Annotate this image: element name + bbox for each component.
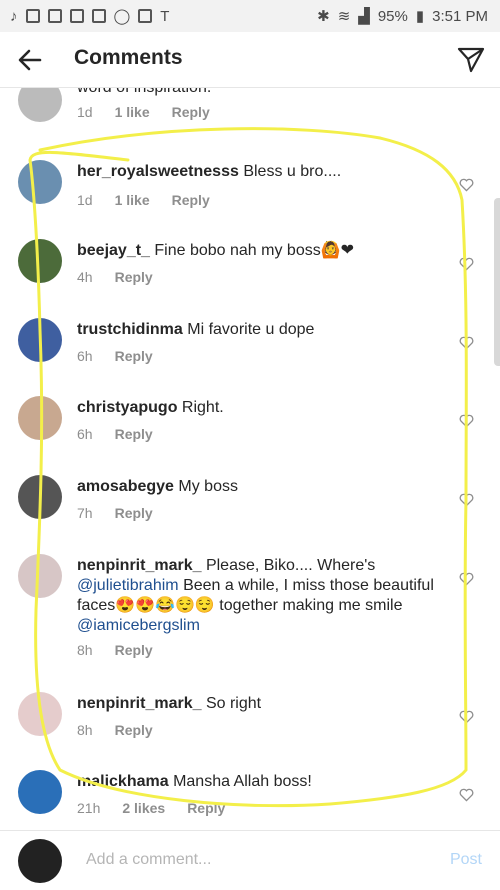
app-icon (91, 9, 106, 23)
comment-username[interactable]: nenpinrit_mark_ (77, 695, 201, 712)
avatar[interactable] (18, 239, 62, 283)
comment-meta: 7h Reply (77, 505, 175, 521)
comment-time: 1d (77, 104, 93, 120)
comment-meta: 21h 2 likes Reply (77, 800, 247, 816)
comment-text: amosabegye My boss (77, 478, 238, 495)
app-icon (47, 9, 62, 23)
comment-list: word of inspiration. 1d 1 like Reply her… (0, 88, 500, 830)
comment-text: her_royalsweetnesss Bless u bro.... (77, 163, 342, 180)
comment-meta: 8h Reply (77, 642, 175, 658)
comment-text: word of inspiration. (77, 88, 437, 98)
comment-likes[interactable]: 1 like (115, 104, 150, 120)
wifi-icon: ≋ (337, 8, 351, 25)
comment-time: 6h (77, 426, 93, 442)
comment-meta: 4h Reply (77, 269, 175, 285)
comment-text: malickhama Mansha Allah boss! (77, 773, 312, 790)
mention-link[interactable]: @iamicebergslim (77, 617, 200, 634)
comment-likes[interactable]: 2 likes (122, 800, 165, 816)
user-avatar (18, 839, 62, 883)
reply-button[interactable]: Reply (115, 348, 153, 364)
comment-time: 7h (77, 505, 93, 521)
reply-button[interactable]: Reply (115, 722, 153, 738)
comment-meta: 1d 1 like Reply (77, 192, 232, 208)
comment-input[interactable]: Add a comment... (86, 851, 211, 869)
comment-meta: 1d 1 like Reply (77, 104, 232, 120)
heart-icon[interactable] (459, 710, 474, 724)
mention-link[interactable]: @julietibrahim (77, 577, 179, 594)
back-arrow-icon[interactable] (16, 46, 44, 74)
comment-time: 8h (77, 642, 93, 658)
comment-likes[interactable]: 1 like (115, 192, 150, 208)
comment-composer: Add a comment... Post (0, 830, 500, 890)
heart-icon[interactable] (459, 336, 474, 350)
whatsapp-icon: ◯ (113, 8, 131, 25)
page-title: Comments (74, 46, 183, 69)
heart-icon[interactable] (459, 788, 474, 802)
send-icon[interactable] (456, 44, 486, 74)
avatar[interactable] (18, 554, 62, 598)
reply-button[interactable]: Reply (172, 192, 210, 208)
comment-meta: 8h Reply (77, 722, 175, 738)
comment-time: 8h (77, 722, 93, 738)
avatar[interactable] (18, 160, 62, 204)
avatar[interactable] (18, 396, 62, 440)
comment-time: 6h (77, 348, 93, 364)
status-bar: ♪ ◯ T ✱ ≋ ▟ 95% ▮ 3:51 PM (0, 0, 500, 32)
avatar[interactable] (18, 770, 62, 814)
header-bar: Comments (0, 32, 500, 88)
reply-button[interactable]: Reply (115, 426, 153, 442)
comment-time: 21h (77, 800, 101, 816)
clock: 3:51 PM (432, 7, 488, 25)
comment-username[interactable]: christyapugo (77, 399, 177, 416)
heart-icon[interactable] (459, 414, 474, 428)
bluetooth-icon: ✱ (317, 8, 330, 25)
battery-level: 95% (377, 7, 408, 25)
scrollbar[interactable] (494, 198, 500, 366)
post-button[interactable]: Post (450, 851, 482, 869)
heart-icon[interactable] (459, 572, 474, 586)
comment-text: trustchidinma Mi favorite u dope (77, 321, 315, 338)
reply-button[interactable]: Reply (115, 505, 153, 521)
battery-icon: ▮ (415, 8, 425, 25)
reply-button[interactable]: Reply (187, 800, 225, 816)
heart-icon[interactable] (459, 178, 474, 192)
app-icon (69, 9, 84, 23)
reply-button[interactable]: Reply (115, 269, 153, 285)
tmobile-icon: T (160, 7, 170, 25)
comment-text: nenpinrit_mark_ So right (77, 695, 262, 712)
heart-icon[interactable] (459, 257, 474, 271)
avatar[interactable] (18, 88, 62, 122)
avatar[interactable] (18, 692, 62, 736)
comment-time: 1d (77, 192, 93, 208)
comment-username[interactable]: beejay_t_ (77, 242, 150, 259)
signal-icon: ▟ (358, 8, 370, 25)
comment-username[interactable]: nenpinrit_mark_ (77, 557, 201, 574)
heart-icon[interactable] (459, 493, 474, 507)
reply-button[interactable]: Reply (172, 104, 210, 120)
reply-button[interactable]: Reply (115, 642, 153, 658)
comment-username[interactable]: malickhama (77, 773, 169, 790)
comment-meta: 6h Reply (77, 426, 175, 442)
comment-text: christyapugo Right. (77, 399, 224, 416)
avatar[interactable] (18, 475, 62, 519)
notification-icons: ♪ ◯ T (10, 7, 170, 26)
comment-meta: 6h Reply (77, 348, 175, 364)
comment-text: beejay_t_ Fine bobo nah my boss🙆❤ (77, 242, 355, 259)
avatar[interactable] (18, 318, 62, 362)
comment-username[interactable]: her_royalsweetnesss (77, 163, 239, 180)
comment-time: 4h (77, 269, 93, 285)
app-icon (25, 9, 40, 23)
comment-username[interactable]: amosabegye (77, 478, 174, 495)
comment-username[interactable]: trustchidinma (77, 321, 183, 338)
image-icon (138, 9, 153, 23)
comment-text: nenpinrit_mark_ Please, Biko.... Where's… (77, 557, 434, 634)
music-icon: ♪ (10, 7, 18, 25)
